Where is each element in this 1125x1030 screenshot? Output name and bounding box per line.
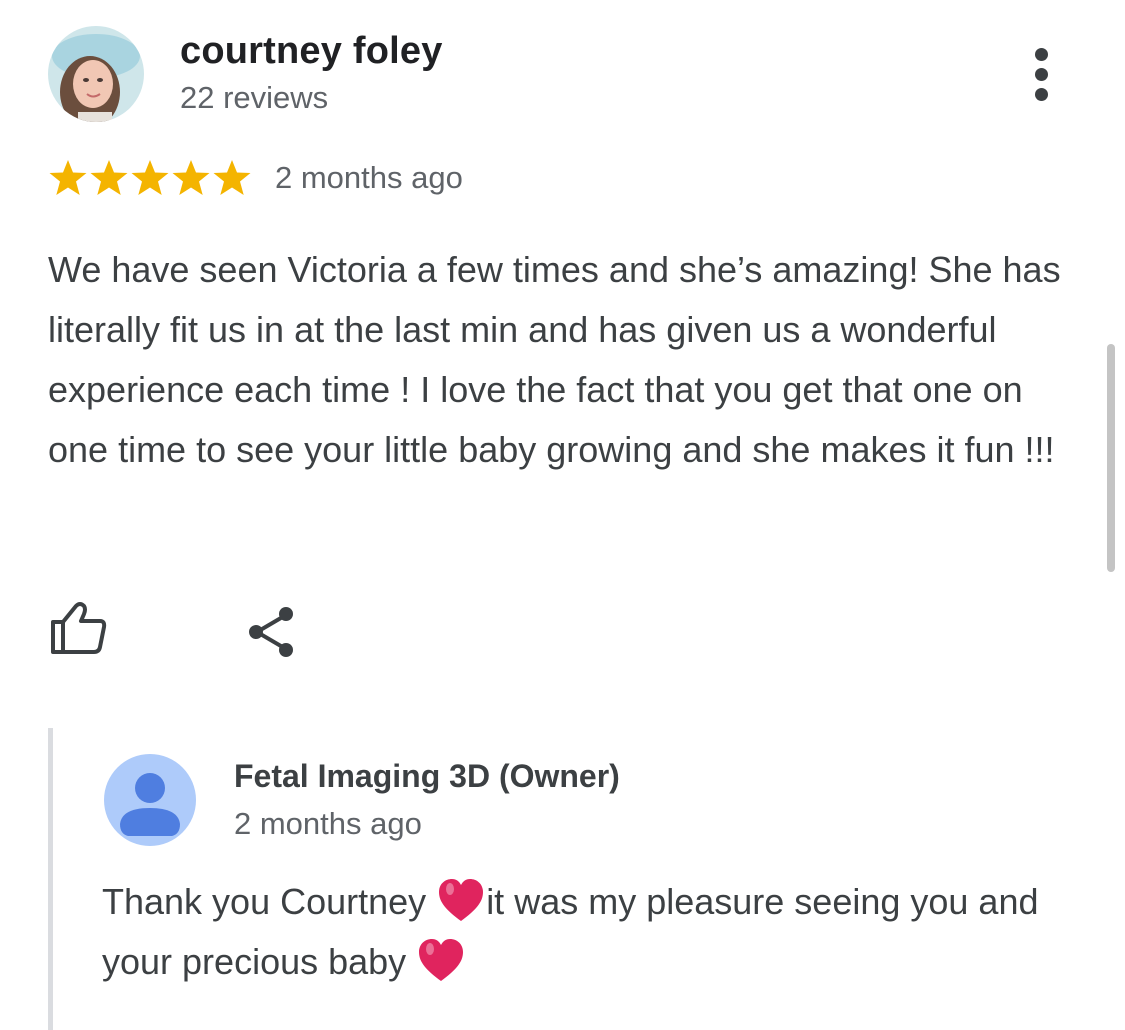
review-card: courtney foley 22 reviews 2 months ago W…	[0, 0, 1125, 1030]
more-vert-icon	[1035, 48, 1048, 61]
owner-reply-date: 2 months ago	[234, 806, 422, 841]
star-icon	[131, 160, 169, 195]
reviewer-name[interactable]: courtney foley	[180, 30, 443, 73]
thumbs-up-icon	[51, 602, 107, 654]
review-count[interactable]: 22 reviews	[180, 80, 328, 116]
person-icon	[104, 754, 196, 846]
star-icon	[49, 160, 87, 195]
scrollbar-thumb[interactable]	[1107, 344, 1115, 572]
star-icon	[172, 160, 210, 195]
reply-text-part1: Thank you Courtney	[102, 881, 437, 922]
owner-name[interactable]: Fetal Imaging 3D (Owner)	[234, 758, 620, 795]
more-vert-icon-dot	[1035, 88, 1048, 101]
star-rating	[48, 158, 253, 198]
heart-emoji-icon	[439, 879, 484, 921]
more-options-button[interactable]	[1022, 44, 1062, 104]
star-icon	[213, 160, 251, 195]
share-button[interactable]	[244, 604, 300, 660]
owner-avatar[interactable]	[104, 754, 196, 846]
like-button[interactable]	[48, 600, 110, 656]
share-icon	[249, 607, 293, 657]
review-date: 2 months ago	[275, 160, 463, 195]
rating-row: 2 months ago	[48, 158, 463, 198]
review-text: We have seen Victoria a few times and sh…	[48, 249, 1061, 470]
star-icon	[90, 160, 128, 195]
reply-divider	[48, 728, 53, 1030]
owner-reply-text: Thank you Courtney it was my pleasure se…	[102, 872, 1082, 992]
reviewer-avatar[interactable]	[48, 26, 144, 122]
heart-emoji-icon	[419, 939, 464, 981]
more-vert-icon-dot	[1035, 68, 1048, 81]
